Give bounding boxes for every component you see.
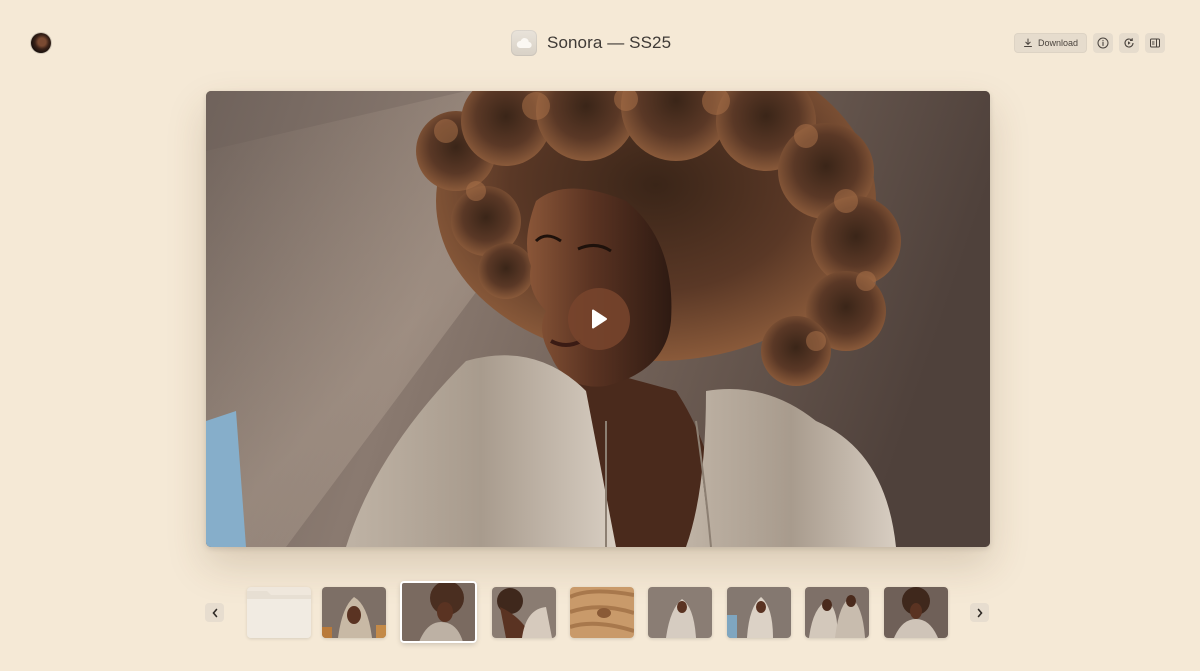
top-actions: Download bbox=[1013, 33, 1165, 53]
media-viewer[interactable] bbox=[206, 91, 990, 547]
filmstrip bbox=[205, 581, 991, 644]
play-button[interactable] bbox=[568, 288, 630, 350]
info-button[interactable] bbox=[1093, 33, 1113, 53]
thumbnail-1[interactable] bbox=[322, 587, 386, 638]
thumbnail-4[interactable] bbox=[570, 587, 634, 638]
next-button[interactable] bbox=[970, 603, 989, 622]
chevron-left-icon bbox=[211, 608, 217, 617]
thumbnail-5[interactable] bbox=[648, 587, 712, 638]
thumbnail-2-selected[interactable] bbox=[400, 581, 477, 643]
title-bar: Sonora — SS25 bbox=[511, 30, 671, 56]
download-label: Download bbox=[1037, 38, 1078, 48]
replay-icon bbox=[1124, 38, 1134, 48]
chevron-right-icon bbox=[977, 608, 983, 617]
panel-toggle-button[interactable] bbox=[1145, 33, 1165, 53]
folder-icon bbox=[247, 591, 311, 638]
prev-button[interactable] bbox=[205, 603, 224, 622]
thumbnail-3[interactable] bbox=[492, 587, 556, 638]
page-title: Sonora — SS25 bbox=[547, 33, 672, 52]
thumbnail-8[interactable] bbox=[884, 587, 948, 638]
user-avatar[interactable] bbox=[31, 33, 51, 53]
thumbnail-folder[interactable] bbox=[247, 587, 311, 638]
download-icon bbox=[1023, 38, 1032, 47]
play-icon bbox=[592, 309, 607, 329]
download-button[interactable]: Download bbox=[1013, 33, 1087, 53]
thumbnail-7[interactable] bbox=[805, 587, 869, 638]
replay-button[interactable] bbox=[1119, 33, 1139, 53]
thumbnail-6[interactable] bbox=[727, 587, 791, 638]
sidebar-panel-icon bbox=[1150, 38, 1160, 48]
cloud-icon bbox=[511, 30, 537, 56]
info-icon bbox=[1097, 37, 1109, 49]
